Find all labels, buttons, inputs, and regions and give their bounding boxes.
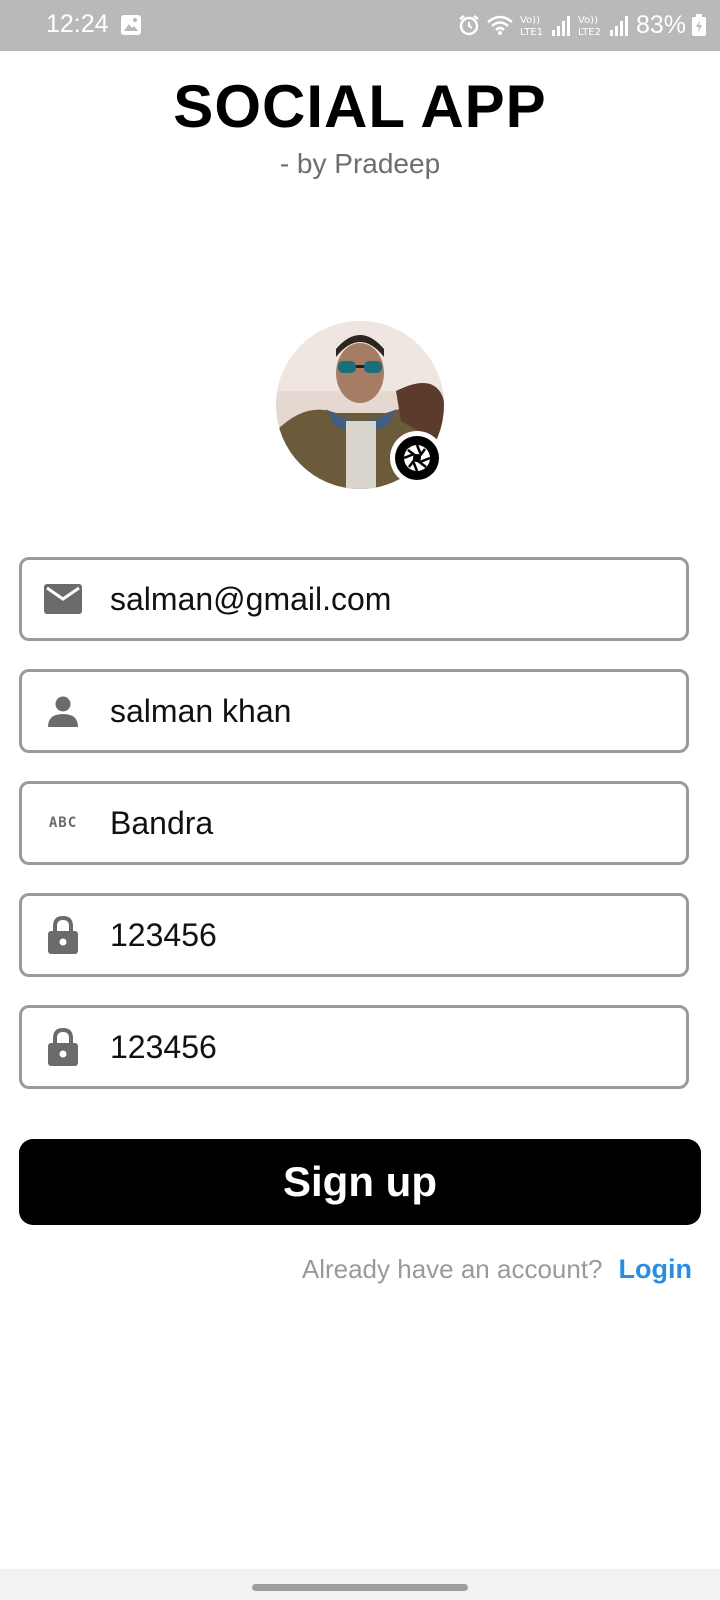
- gallery-icon: [121, 15, 141, 35]
- confirm-password-field[interactable]: [19, 1005, 689, 1089]
- abc-icon: ABC: [44, 804, 82, 842]
- mail-icon: [44, 580, 82, 618]
- abc-icon-text: ABC: [48, 815, 78, 831]
- svg-text:LTE1: LTE1: [520, 27, 543, 38]
- camera-button[interactable]: [390, 431, 444, 485]
- svg-text:Vo)): Vo)): [578, 15, 598, 26]
- password-input[interactable]: [110, 896, 670, 974]
- email-field[interactable]: [19, 557, 689, 641]
- password-field[interactable]: [19, 893, 689, 977]
- wifi-icon: [487, 15, 513, 35]
- signal-lte1-icon: Vo)) LTE1: [520, 15, 570, 38]
- address-input[interactable]: [110, 784, 670, 862]
- app-title: SOCIAL APP: [173, 73, 547, 140]
- signup-button[interactable]: Sign up: [19, 1139, 701, 1225]
- home-gesture-handle[interactable]: [252, 1584, 468, 1591]
- battery-percent: 83%: [635, 10, 686, 39]
- status-icons: Vo)) LTE1 Vo)) LTE2 83%: [458, 8, 706, 42]
- svg-text:Vo)): Vo)): [520, 15, 540, 26]
- name-field[interactable]: [19, 669, 689, 753]
- email-input[interactable]: [110, 560, 670, 638]
- status-time: 12:24: [46, 10, 109, 38]
- name-input[interactable]: [110, 672, 670, 750]
- app-subtitle: - by Pradeep: [279, 148, 441, 179]
- lock-icon: [44, 1028, 82, 1066]
- signal-lte2-icon: Vo)) LTE2: [578, 15, 628, 38]
- confirm-password-input[interactable]: [110, 1008, 670, 1086]
- alarm-icon: [459, 15, 479, 36]
- person-icon: [44, 692, 82, 730]
- camera-shutter-icon: [395, 436, 439, 480]
- login-link[interactable]: Login: [619, 1254, 692, 1285]
- navigation-bar: [0, 1569, 720, 1600]
- login-row: Already have an account? Login: [302, 1254, 692, 1285]
- lock-icon: [44, 916, 82, 954]
- address-field[interactable]: ABC: [19, 781, 689, 865]
- status-bar: 12:24 Vo)) LTE1 Vo)) LTE2 83%: [0, 0, 720, 51]
- svg-text:LTE2: LTE2: [578, 27, 601, 38]
- login-prompt: Already have an account?: [301, 1254, 603, 1284]
- battery-charging-icon: [692, 14, 706, 36]
- profile-avatar-picker[interactable]: [276, 321, 444, 489]
